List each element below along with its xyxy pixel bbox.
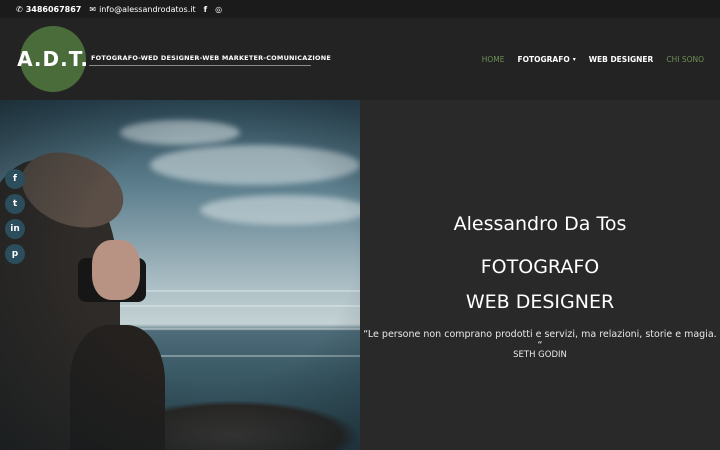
tagline-divider (89, 65, 311, 66)
site-tagline: FOTOGRAFO-WED DESIGNER-WEB MARKETER-COMU… (91, 54, 332, 62)
facebook-share-icon[interactable]: f (5, 169, 25, 189)
phone-contact[interactable]: ✆ 3486067867 (16, 5, 81, 14)
hero-text-panel: Alessandro Da Tos FOTOGRAFO WEB DESIGNER… (360, 100, 720, 450)
site-logo[interactable]: A.D.T. (17, 26, 88, 92)
nav-fotografo-label: FOTOGRAFO (517, 55, 570, 64)
hero-role-web-designer: WEB DESIGNER (465, 291, 615, 313)
chevron-down-icon: ▾ (572, 56, 576, 63)
main-nav: HOME FOTOGRAFO ▾ WEB DESIGNER CHI SONO (482, 55, 704, 64)
quote-author: SETH GODIN (513, 350, 567, 360)
phone-number: 3486067867 (25, 4, 82, 14)
instagram-icon[interactable]: ◎ (215, 5, 222, 14)
top-bar: ✆ 3486067867 ✉ info@alessandrodatos.it f… (0, 0, 720, 18)
site-header: A.D.T. FOTOGRAFO-WED DESIGNER-WEB MARKET… (0, 18, 720, 100)
hero-name: Alessandro Da Tos (453, 213, 627, 235)
hero-quote: “Le persone non comprano prodotti e serv… (363, 329, 717, 351)
email-contact[interactable]: ✉ info@alessandrodatos.it (89, 5, 195, 14)
twitter-share-icon[interactable]: t (5, 194, 25, 214)
hero-photo (0, 100, 360, 450)
phone-icon: ✆ (16, 4, 23, 14)
nav-fotografo[interactable]: FOTOGRAFO ▾ (517, 55, 575, 64)
nav-web-designer[interactable]: WEB DESIGNER (589, 55, 654, 64)
hero-role-fotografo: FOTOGRAFO (480, 256, 600, 278)
nav-chi-sono[interactable]: CHI SONO (666, 55, 704, 64)
email-icon: ✉ (89, 4, 97, 14)
facebook-icon[interactable]: f (204, 5, 207, 14)
linkedin-share-icon[interactable]: in (5, 219, 25, 239)
email-address: info@alessandrodatos.it (99, 4, 196, 14)
photo-vignette (0, 100, 360, 450)
nav-home[interactable]: HOME (482, 55, 505, 64)
pinterest-share-icon[interactable]: p (5, 244, 25, 264)
social-share-bar: f t in p (5, 169, 25, 264)
